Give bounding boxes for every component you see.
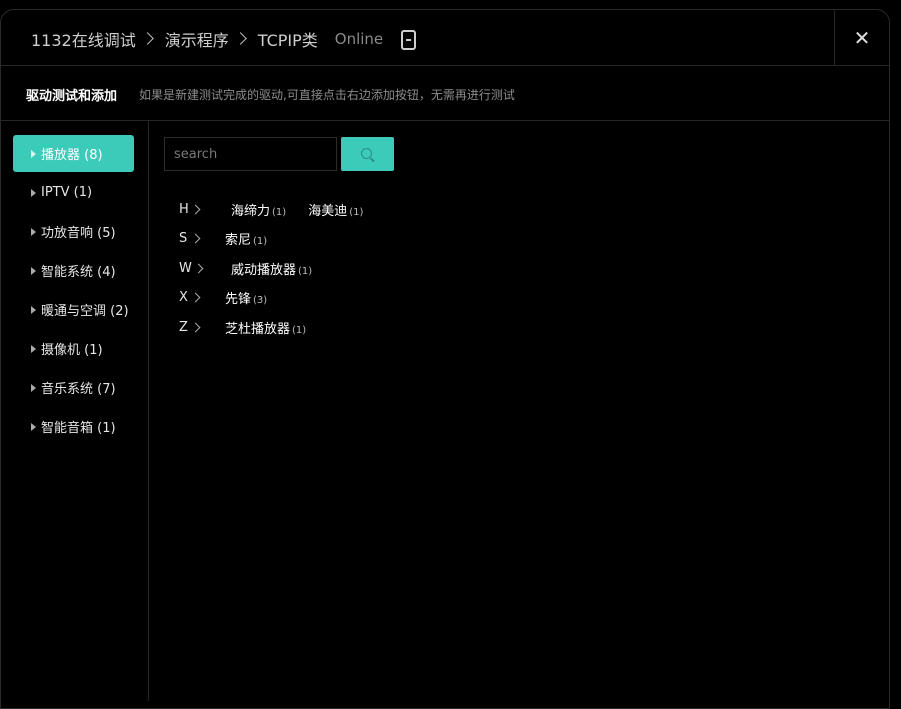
subheader: 驱动测试和添加 如果是新建测试完成的驱动,可直接点击右边添加按钮，无需再进行测试 (1, 66, 889, 121)
brand-link[interactable]: 威动播放器 (1) (231, 259, 312, 278)
sidebar-item-label: 播放器 (8) (41, 148, 103, 163)
sidebar-item-amplifier[interactable]: 功放音响 (5) (13, 213, 134, 250)
search-button[interactable] (341, 137, 394, 171)
group-letter: W (179, 260, 192, 276)
caret-right-icon (31, 149, 36, 158)
breadcrumb-item-tcpip[interactable]: TCPIP类 (258, 27, 318, 51)
brand-link[interactable]: 芝杜播放器 (1) (225, 318, 306, 337)
sidebar-item-smart-system[interactable]: 智能系统 (4) (13, 252, 134, 289)
status-text: Online (334, 30, 384, 48)
sidebar-item-label: IPTV (1) (41, 185, 93, 200)
chevron-right-icon (193, 263, 204, 273)
brand-group-x: X 先锋 (3) (179, 287, 289, 307)
brand-link[interactable]: 先锋 (3) (225, 288, 267, 307)
caret-right-icon (31, 305, 36, 314)
section-title: 驱动测试和添加 (26, 89, 118, 104)
sidebar-item-label: 功放音响 (5) (41, 226, 116, 241)
brand-name: 索尼 (225, 232, 252, 248)
brand-group-s: S 索尼 (1) (179, 228, 289, 248)
brand-name: 芝杜播放器 (225, 321, 291, 337)
brand-group-h: H 海缔力 (1) 海美迪 (1) (179, 199, 385, 219)
sidebar-item-player[interactable]: 播放器 (8) (13, 135, 134, 172)
caret-right-icon (31, 227, 36, 236)
chevron-right-icon (190, 204, 201, 214)
sidebar-item-label: 智能音箱 (1) (41, 421, 116, 436)
section-hint: 如果是新建测试完成的驱动,可直接点击右边添加按钮，无需再进行测试 (139, 88, 515, 102)
category-sidebar: 播放器 (8) IPTV (1) 功放音响 (5) 智能系统 (4) 暖通与空调… (1, 121, 149, 701)
brand-count: (1) (298, 265, 313, 277)
chevron-right-icon (140, 31, 154, 45)
caret-right-icon (31, 188, 36, 197)
chevron-right-icon (190, 322, 201, 332)
sidebar-item-smart-speaker[interactable]: 智能音箱 (1) (13, 408, 134, 445)
breadcrumb: 1132在线调试 演示程序 TCPIP类 Online (31, 27, 417, 51)
caret-right-icon (31, 344, 36, 353)
brand-link[interactable]: 海美迪 (1) (308, 200, 363, 219)
sidebar-item-label: 音乐系统 (7) (41, 382, 116, 397)
caret-right-icon (31, 383, 36, 392)
brand-name: 海缔力 (231, 203, 271, 219)
search-icon (361, 147, 372, 159)
brand-count: (1) (349, 206, 364, 218)
sidebar-item-label: 摄像机 (1) (41, 343, 103, 358)
dialog-header: 1132在线调试 演示程序 TCPIP类 Online ✕ (1, 10, 889, 66)
brand-name: 威动播放器 (231, 262, 297, 278)
sidebar-item-music-system[interactable]: 音乐系统 (7) (13, 369, 134, 406)
sidebar-item-label: 暖通与空调 (2) (41, 304, 129, 319)
sidebar-item-label: 智能系统 (4) (41, 265, 116, 280)
brand-count: (1) (272, 206, 287, 218)
close-button[interactable]: ✕ (834, 10, 889, 65)
sidebar-item-hvac[interactable]: 暖通与空调 (2) (13, 291, 134, 328)
breadcrumb-item-debug[interactable]: 1132在线调试 (31, 27, 136, 51)
brand-link[interactable]: 索尼 (1) (225, 229, 267, 248)
brand-group-z: Z 芝杜播放器 (1) (179, 317, 328, 337)
brand-name: 海美迪 (308, 203, 348, 219)
brand-group-w: W 威动播放器 (1) (179, 258, 334, 278)
close-icon: ✕ (853, 25, 871, 50)
chevron-right-icon (190, 233, 201, 243)
brand-count: (1) (292, 324, 307, 336)
brand-name: 先锋 (225, 291, 252, 307)
caret-right-icon (31, 422, 36, 431)
chevron-right-icon (233, 31, 247, 45)
brand-count: (1) (253, 235, 268, 247)
caret-right-icon (31, 266, 36, 275)
brand-count: (3) (253, 294, 268, 306)
breadcrumb-item-demo[interactable]: 演示程序 (165, 27, 229, 51)
phone-icon[interactable] (401, 30, 417, 50)
search-input[interactable] (164, 137, 337, 171)
driver-dialog: 1132在线调试 演示程序 TCPIP类 Online ✕ 驱动测试和添加 如果… (0, 9, 890, 709)
sidebar-item-iptv[interactable]: IPTV (1) (13, 174, 134, 211)
sidebar-item-camera[interactable]: 摄像机 (1) (13, 330, 134, 367)
chevron-right-icon (190, 292, 201, 302)
brand-link[interactable]: 海缔力 (1) (231, 200, 286, 219)
